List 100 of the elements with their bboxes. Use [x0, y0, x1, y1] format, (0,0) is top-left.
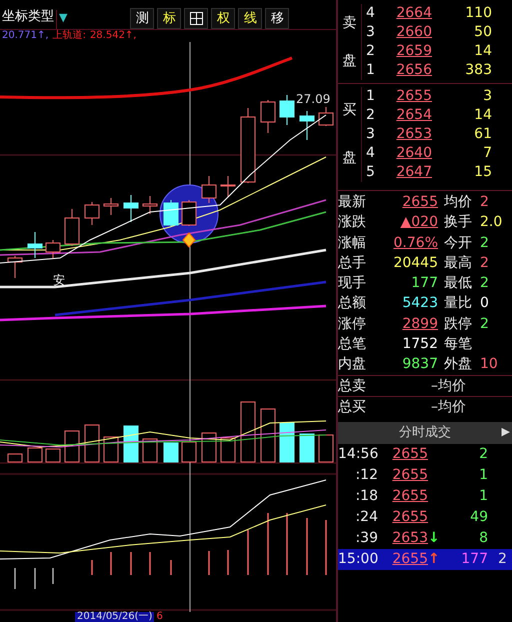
stat-label: 涨幅: [338, 234, 367, 253]
price-cell-text: 2647: [395, 163, 432, 182]
side-label: 卖: [342, 14, 356, 32]
rank-cell-text: 4: [365, 144, 376, 163]
candle: [84, 202, 100, 226]
volume-cell-text: 7: [482, 144, 492, 163]
trade-price: 2653: [391, 528, 428, 548]
direction-arrow-icon: ↓: [428, 528, 442, 549]
trade-price: 2655: [391, 444, 428, 464]
volume-bar: [240, 402, 256, 462]
volume-bar: [142, 438, 158, 462]
volume-bar: [260, 408, 276, 462]
trade-price: 2655: [391, 508, 428, 527]
stat-label: 最低: [443, 274, 473, 294]
stat-value: 2: [480, 254, 490, 273]
signal-label: 安: [53, 274, 65, 286]
stat-label: 换手: [443, 213, 473, 232]
stat-value: 0: [480, 294, 490, 314]
date-label: 2014/05/26(一): [75, 612, 154, 622]
rank-cell-text: 2: [365, 106, 376, 125]
total-value: –: [430, 398, 438, 417]
trade-row[interactable]: 14:56 2655 2: [338, 444, 512, 465]
volume-bar: [182, 442, 196, 462]
candle: [182, 200, 196, 226]
candle: [124, 194, 138, 222]
stat-value: 2: [480, 314, 490, 334]
volume-cell-text: 61: [473, 125, 492, 144]
trade-time: :39: [354, 528, 378, 548]
stat-value: 2: [480, 193, 490, 212]
toolbar-button[interactable]: 权: [211, 8, 236, 29]
stat-label: 最新: [338, 193, 367, 212]
trade-row[interactable]: :12 2655 1: [338, 464, 512, 486]
stat-label: 涨停: [338, 314, 367, 334]
price-cell-text: 2664: [395, 4, 432, 23]
volume-bar: [8, 454, 22, 462]
rank-cell-text: 4: [365, 4, 376, 23]
trade-price: 2655: [391, 466, 428, 485]
stat-label: 内盘: [338, 355, 367, 374]
trade-value: 2: [497, 550, 507, 569]
total-label: 均价: [438, 398, 466, 417]
stat-label: 今开: [443, 234, 473, 253]
signal-marker: [182, 232, 196, 248]
indicator-value: 20.771↑,: [2, 30, 49, 42]
stat-value: 0.76%: [392, 234, 438, 253]
candle: [142, 196, 158, 214]
price-cell-text: 2655: [395, 87, 432, 106]
trade-time: :12: [354, 466, 378, 485]
grid-icon: [190, 12, 203, 25]
candle: [202, 176, 216, 204]
candle: [46, 240, 60, 258]
direction-arrow-icon: ↑: [428, 548, 442, 570]
side-label: 盘: [342, 148, 356, 168]
volume-cell-text: 15: [473, 163, 492, 182]
total-label: 总卖: [338, 376, 367, 396]
trade-volume: 177: [460, 550, 488, 569]
candle: [28, 232, 42, 258]
trade-volume: 1: [478, 486, 488, 506]
trade-row[interactable]: :18 2655 1: [338, 486, 512, 507]
toolbar-button[interactable]: 线: [238, 8, 262, 29]
stat-label: 均价: [443, 193, 473, 212]
coord-type-label: 坐标类型: [1, 8, 55, 26]
indicator-value: 28.542↑,: [90, 30, 136, 42]
trade-row[interactable]: :24 2655 49: [338, 506, 512, 528]
rank-cell-text: 2: [365, 42, 376, 61]
trade-row[interactable]: 15:00 2655↑ 177 2: [338, 548, 512, 570]
volume-cell-text: 50: [473, 23, 492, 42]
candle: [318, 106, 334, 126]
stat-value: 9837: [401, 355, 438, 374]
grid-button[interactable]: [184, 8, 208, 29]
volume-cell-text: 3: [482, 87, 492, 106]
stat-value: 2655: [401, 193, 438, 212]
side-label: 买: [342, 101, 356, 120]
candle: [104, 198, 118, 216]
volume-bar: [64, 430, 80, 462]
rank-cell-text: 1: [365, 61, 376, 80]
trade-volume: 2: [478, 444, 488, 464]
volume-bar: [46, 448, 60, 462]
stat-label: 总手: [338, 254, 367, 273]
volume-bar: [84, 424, 100, 462]
date-suffix: 6: [155, 612, 163, 622]
trade-volume: 1: [478, 466, 488, 485]
stat-value: 5423: [401, 294, 438, 314]
volume-cell-text: 383: [464, 61, 492, 80]
toolbar-button[interactable]: 标: [157, 8, 182, 29]
expand-button[interactable]: ▶: [502, 424, 510, 441]
stat-value: 2899: [401, 314, 438, 334]
stat-label: 总笔: [338, 335, 367, 354]
stat-label: 外盘: [443, 355, 473, 374]
stat-value: 20445: [392, 254, 438, 273]
toolbar-button[interactable]: 测: [130, 8, 154, 29]
stat-value: 2: [480, 274, 490, 294]
stat-value: 1752: [401, 335, 438, 354]
stat-label: 量比: [443, 294, 473, 314]
indicator-value: 上轨道:: [52, 30, 86, 42]
toolbar-button[interactable]: 移: [265, 8, 290, 29]
dropdown-button[interactable]: ▼: [56, 10, 68, 29]
rank-cell-text: 1: [365, 87, 376, 106]
trade-row[interactable]: :39 2653↓ 8: [338, 528, 512, 549]
candle: [260, 100, 276, 134]
volume-bar: [280, 422, 294, 462]
